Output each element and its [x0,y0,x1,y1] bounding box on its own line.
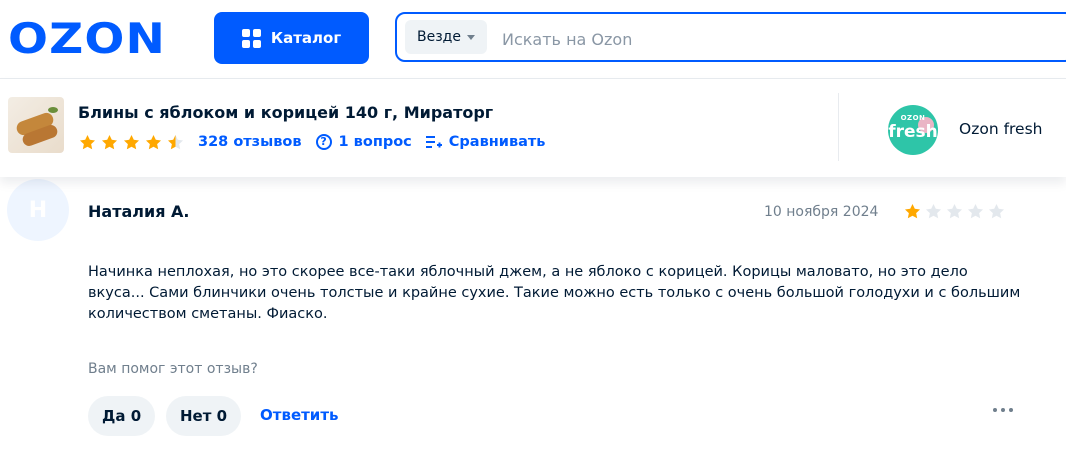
catalog-label: Каталог [270,29,342,47]
product-rating-stars [78,133,188,152]
helpful-no-button[interactable]: Нет 0 [166,396,242,436]
seller-logo-big-text: fresh [888,122,938,142]
ozon-logo[interactable]: OZON [8,14,166,64]
review-card: Н Наталия А. 10 ноября 2024 Начинка непл… [0,177,1066,453]
product-thumbnail[interactable] [8,97,64,153]
star-icon [925,203,942,219]
star-icon [79,134,96,149]
star-icon [988,203,1005,219]
star-icon [904,203,921,219]
seller-logo-small-text: OZON [900,114,926,122]
catalog-button[interactable]: Каталог [214,12,369,64]
helpful-question: Вам помог этот отзыв? [88,361,258,377]
grid-icon [241,28,261,48]
question-icon: ? [315,134,332,150]
star-icon [101,134,118,149]
seller-logo[interactable]: OZON fresh [888,105,938,155]
reply-button[interactable]: Ответить [260,406,339,424]
product-title[interactable]: Блины с яблоком и корицей 140 г, Миратор… [78,103,493,122]
reviews-link[interactable]: 328 отзывов [198,134,302,150]
divider [838,93,839,161]
review-rating-stars [903,202,1008,221]
review-date: 10 ноября 2024 [764,204,879,220]
site-header: OZON Каталог Везде [0,0,1066,79]
star-icon [967,203,984,219]
avatar: Н [7,179,69,241]
product-meta-row: 328 отзывов ? 1 вопрос Сравнивать [78,131,545,153]
star-icon [145,134,162,149]
star-icon [123,134,140,149]
compare-icon [425,135,442,149]
helpful-yes-button[interactable]: Да 0 [88,396,156,436]
more-options-icon[interactable] [993,408,1013,412]
star-icon [167,134,184,149]
compare-link[interactable]: Сравнивать [449,134,546,150]
review-author: Наталия А. [88,202,190,221]
seller-name[interactable]: Ozon fresh [959,120,1043,138]
search-bar: Везде [395,12,1066,62]
chevron-down-icon [466,34,475,40]
search-input[interactable] [500,24,1044,54]
review-text: Начинка неплохая, но это скорее все-таки… [88,264,1021,322]
search-scope-select[interactable]: Везде [405,20,487,54]
questions-link[interactable]: 1 вопрос [339,134,412,150]
star-icon [946,203,963,219]
product-summary-bar: Блины с яблоком и корицей 140 г, Миратор… [0,79,1066,177]
search-scope-label: Везде [417,29,461,45]
